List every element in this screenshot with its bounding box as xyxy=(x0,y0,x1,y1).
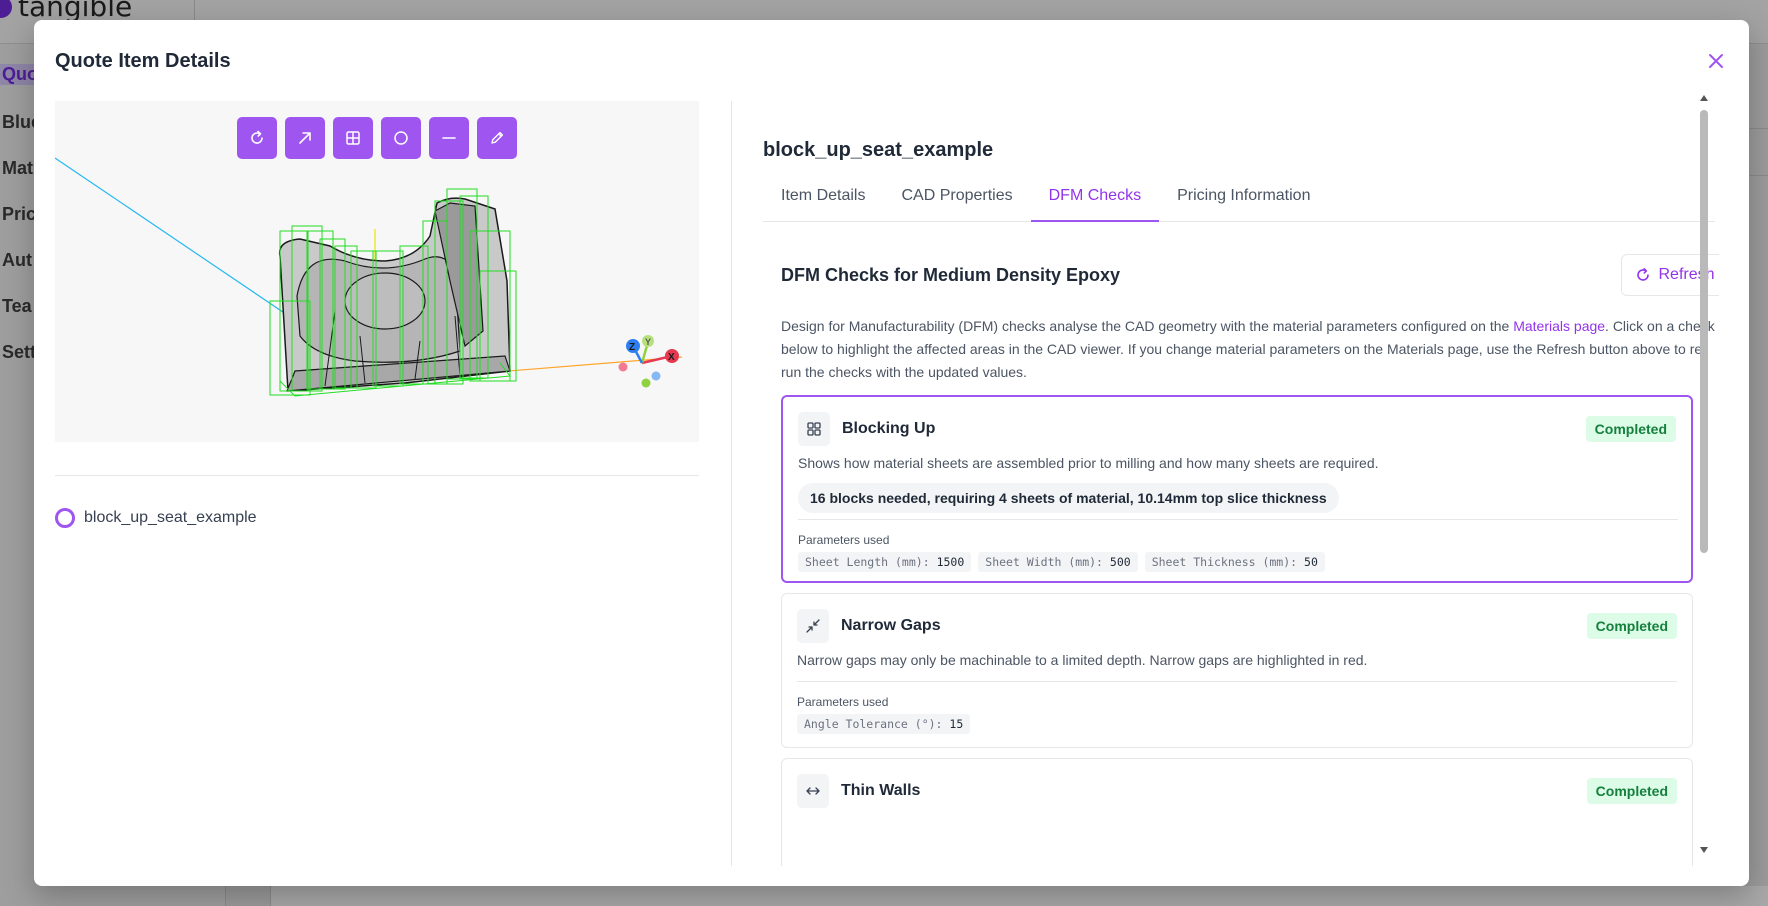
arrow-icon xyxy=(299,132,311,144)
check-name: Thin Walls xyxy=(841,782,921,799)
bg-nav-item-automation: Aut xyxy=(2,250,32,270)
axis-z-label: Z xyxy=(629,342,635,353)
file-name: block_up_seat_example xyxy=(84,509,257,526)
dfm-check-card-narrow-gaps[interactable]: Narrow Gaps Completed Narrow gaps may on… xyxy=(781,593,1693,748)
tab-item-details[interactable]: Item Details xyxy=(763,173,883,222)
card-divider xyxy=(797,681,1677,682)
status-badge: Completed xyxy=(1586,613,1677,639)
logo-mark-icon xyxy=(0,0,12,18)
circle-icon xyxy=(394,131,408,145)
narrow-gaps-icon xyxy=(797,609,829,643)
check-name: Narrow Gaps xyxy=(841,617,941,634)
check-name: Blocking Up xyxy=(842,420,936,437)
param-chip: Sheet Length (mm): 1500 xyxy=(798,552,972,572)
params-list: Sheet Length (mm): 1500 Sheet Width (mm)… xyxy=(798,552,1325,572)
item-details-pane: block_up_seat_example Item Details CAD P… xyxy=(763,101,1719,866)
pane-divider xyxy=(731,101,732,866)
check-header: Blocking Up xyxy=(798,412,935,446)
bg-nav-item-materials: Mat xyxy=(2,158,33,178)
background-bottom-area xyxy=(270,886,1768,906)
card-divider xyxy=(798,519,1678,520)
thin-walls-icon xyxy=(797,774,829,808)
modal-title: Quote Item Details xyxy=(55,50,231,72)
bg-nav-item-settings: Sett xyxy=(2,342,37,362)
param-key: Sheet Thickness (mm): xyxy=(1151,555,1298,569)
rotate-button[interactable] xyxy=(237,117,277,159)
scroll-down-arrow-icon[interactable] xyxy=(1700,847,1708,853)
grid-icon xyxy=(346,131,360,145)
param-key: Sheet Width (mm): xyxy=(985,555,1103,569)
header-divider xyxy=(194,0,195,20)
dfm-check-card-blocking-up[interactable]: Blocking Up Completed Shows how material… xyxy=(781,395,1693,583)
dfm-description-part1: Design for Manufacturability (DFM) check… xyxy=(781,318,1514,334)
pencil-icon xyxy=(491,131,504,144)
item-title: block_up_seat_example xyxy=(763,139,994,161)
tab-dfm-checks[interactable]: DFM Checks xyxy=(1030,173,1160,222)
tab-bar: Item Details CAD Properties DFM Checks P… xyxy=(763,173,1715,222)
close-icon xyxy=(1709,54,1723,68)
param-value: 50 xyxy=(1304,555,1318,569)
check-description: Shows how material sheets are assembled … xyxy=(798,455,1379,471)
status-badge: Completed xyxy=(1585,416,1676,442)
param-key: Sheet Length (mm): xyxy=(805,555,930,569)
param-value: 15 xyxy=(949,717,964,731)
check-description: Narrow gaps may only be machinable to a … xyxy=(797,652,1368,668)
param-chip: Angle Tolerance (°): 15 xyxy=(797,714,971,734)
circle-tool-button[interactable] xyxy=(381,117,421,159)
axis-x-label: X xyxy=(668,352,675,363)
left-pane-divider xyxy=(55,475,699,476)
rotate-icon xyxy=(251,130,263,144)
line-tool-button[interactable] xyxy=(429,117,469,159)
check-header: Thin Walls xyxy=(797,774,920,808)
status-badge: Completed xyxy=(1586,778,1677,804)
materials-page-link[interactable]: Materials page xyxy=(1513,318,1605,334)
bg-nav-item-team: Tea xyxy=(2,296,32,316)
measure-arrow-button[interactable] xyxy=(285,117,325,159)
param-value: 1500 xyxy=(936,555,965,569)
annotate-button[interactable] xyxy=(477,117,517,159)
viewer-toolbar xyxy=(237,117,517,159)
close-button[interactable] xyxy=(1703,48,1729,74)
quote-item-modal: Quote Item Details X Y Z block_up_seat_e… xyxy=(34,20,1749,886)
scroll-up-arrow-icon[interactable] xyxy=(1700,95,1708,101)
grid-view-button[interactable] xyxy=(333,117,373,159)
tab-cad-properties[interactable]: CAD Properties xyxy=(883,173,1030,222)
tab-pricing-information[interactable]: Pricing Information xyxy=(1159,173,1328,222)
dfm-description: Design for Manufacturability (DFM) check… xyxy=(781,315,1717,384)
axis-y-label: Y xyxy=(645,337,651,347)
param-chip: Sheet Width (mm): 500 xyxy=(978,552,1138,572)
blocking-up-icon xyxy=(798,412,830,446)
param-chip: Sheet Thickness (mm): 50 xyxy=(1144,552,1325,572)
params-label: Parameters used xyxy=(797,695,889,709)
file-radio[interactable] xyxy=(55,508,75,528)
dfm-section-title: DFM Checks for Medium Density Epoxy xyxy=(781,265,1121,285)
cad-viewer[interactable]: X Y Z xyxy=(55,101,699,442)
param-value: 500 xyxy=(1109,555,1131,569)
params-label: Parameters used xyxy=(798,533,890,547)
bg-nav-item-pricing: Pric xyxy=(2,204,37,224)
params-list: Angle Tolerance (°): 15 xyxy=(797,714,971,734)
param-key: Angle Tolerance (°): xyxy=(804,717,943,731)
file-list-item[interactable]: block_up_seat_example xyxy=(55,508,257,528)
scroll-thumb[interactable] xyxy=(1700,110,1708,553)
refresh-icon xyxy=(1637,268,1650,281)
right-pane-scrollbar[interactable] xyxy=(1697,95,1711,855)
dfm-check-card-thin-walls[interactable]: Thin Walls Completed xyxy=(781,758,1693,866)
line-icon xyxy=(442,137,456,139)
check-result: 16 blocks needed, requiring 4 sheets of … xyxy=(798,483,1339,513)
check-header: Narrow Gaps xyxy=(797,609,941,643)
